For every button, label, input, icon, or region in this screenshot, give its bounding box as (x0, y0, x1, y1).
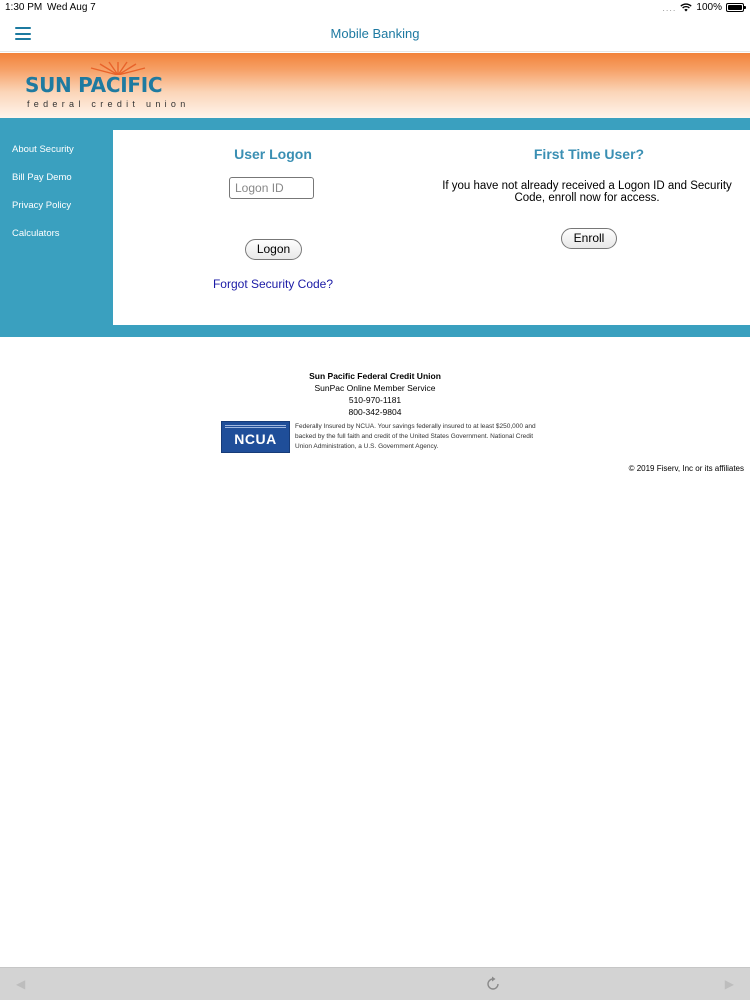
logo-tagline: federal credit union (27, 99, 190, 109)
status-time: 1:30 PM (5, 2, 43, 13)
sidebar-item-calculators[interactable]: Calculators (12, 228, 60, 239)
first-time-user-heading: First Time User? (533, 146, 645, 162)
footer: Sun Pacific Federal Credit Union SunPac … (0, 370, 750, 418)
footer-org-name: Sun Pacific Federal Credit Union (309, 371, 441, 381)
sidebar-item-bill-pay-demo[interactable]: Bill Pay Demo (12, 172, 72, 183)
sidebar-item-privacy-policy[interactable]: Privacy Policy (12, 200, 71, 211)
status-bar: 1:30 PM Wed Aug 7 .... 100% (0, 0, 750, 16)
ncua-notice: NCUA Federally Insured by NCUA. Your sav… (221, 421, 541, 455)
logon-button[interactable]: Logon (245, 239, 302, 260)
footer-phone-1: 510-970-1181 (348, 395, 402, 405)
logo-wordmark: SUN PACIFIC (25, 73, 163, 97)
user-logon-heading: User Logon (234, 146, 312, 162)
enroll-description: If you have not already received a Logon… (442, 180, 732, 204)
wifi-icon (680, 3, 693, 12)
back-arrow-icon[interactable]: ◀ (16, 977, 25, 991)
forward-arrow-icon[interactable]: ▶ (725, 977, 734, 991)
ncua-badge-text: NCUA (234, 431, 277, 447)
refresh-icon[interactable] (485, 976, 501, 992)
battery-percent: 100% (696, 2, 722, 13)
bottom-toolbar: ◀ ▶ (0, 967, 750, 1000)
ncua-badge-icon: NCUA (221, 421, 290, 453)
logon-panel: User Logon Logon Forgot Security Code? F… (113, 130, 750, 325)
sun-pacific-logo: SUN PACIFIC federal credit union (25, 61, 205, 113)
logon-id-input[interactable] (229, 177, 314, 199)
battery-icon (726, 3, 746, 12)
status-date: Wed Aug 7 (47, 2, 96, 13)
banner: SUN PACIFIC federal credit union (0, 53, 750, 118)
status-right: .... 100% (662, 2, 746, 13)
ncua-insurance-text: Federally Insured by NCUA. Your savings … (295, 423, 536, 450)
sidebar-item-about-security[interactable]: About Security (12, 144, 74, 155)
footer-service: SunPac Online Member Service (314, 383, 436, 393)
signal-icon: .... (662, 2, 677, 13)
app-header: Mobile Banking (0, 16, 750, 52)
copyright-text: © 2019 Fiserv, Inc or its affiliates (628, 464, 744, 473)
footer-phone-2: 800-342-9804 (348, 407, 402, 417)
enroll-button[interactable]: Enroll (561, 228, 617, 249)
sidebar: About Security Bill Pay Demo Privacy Pol… (0, 118, 113, 337)
app-title: Mobile Banking (330, 26, 420, 41)
forgot-security-code-link[interactable]: Forgot Security Code? (203, 277, 343, 291)
